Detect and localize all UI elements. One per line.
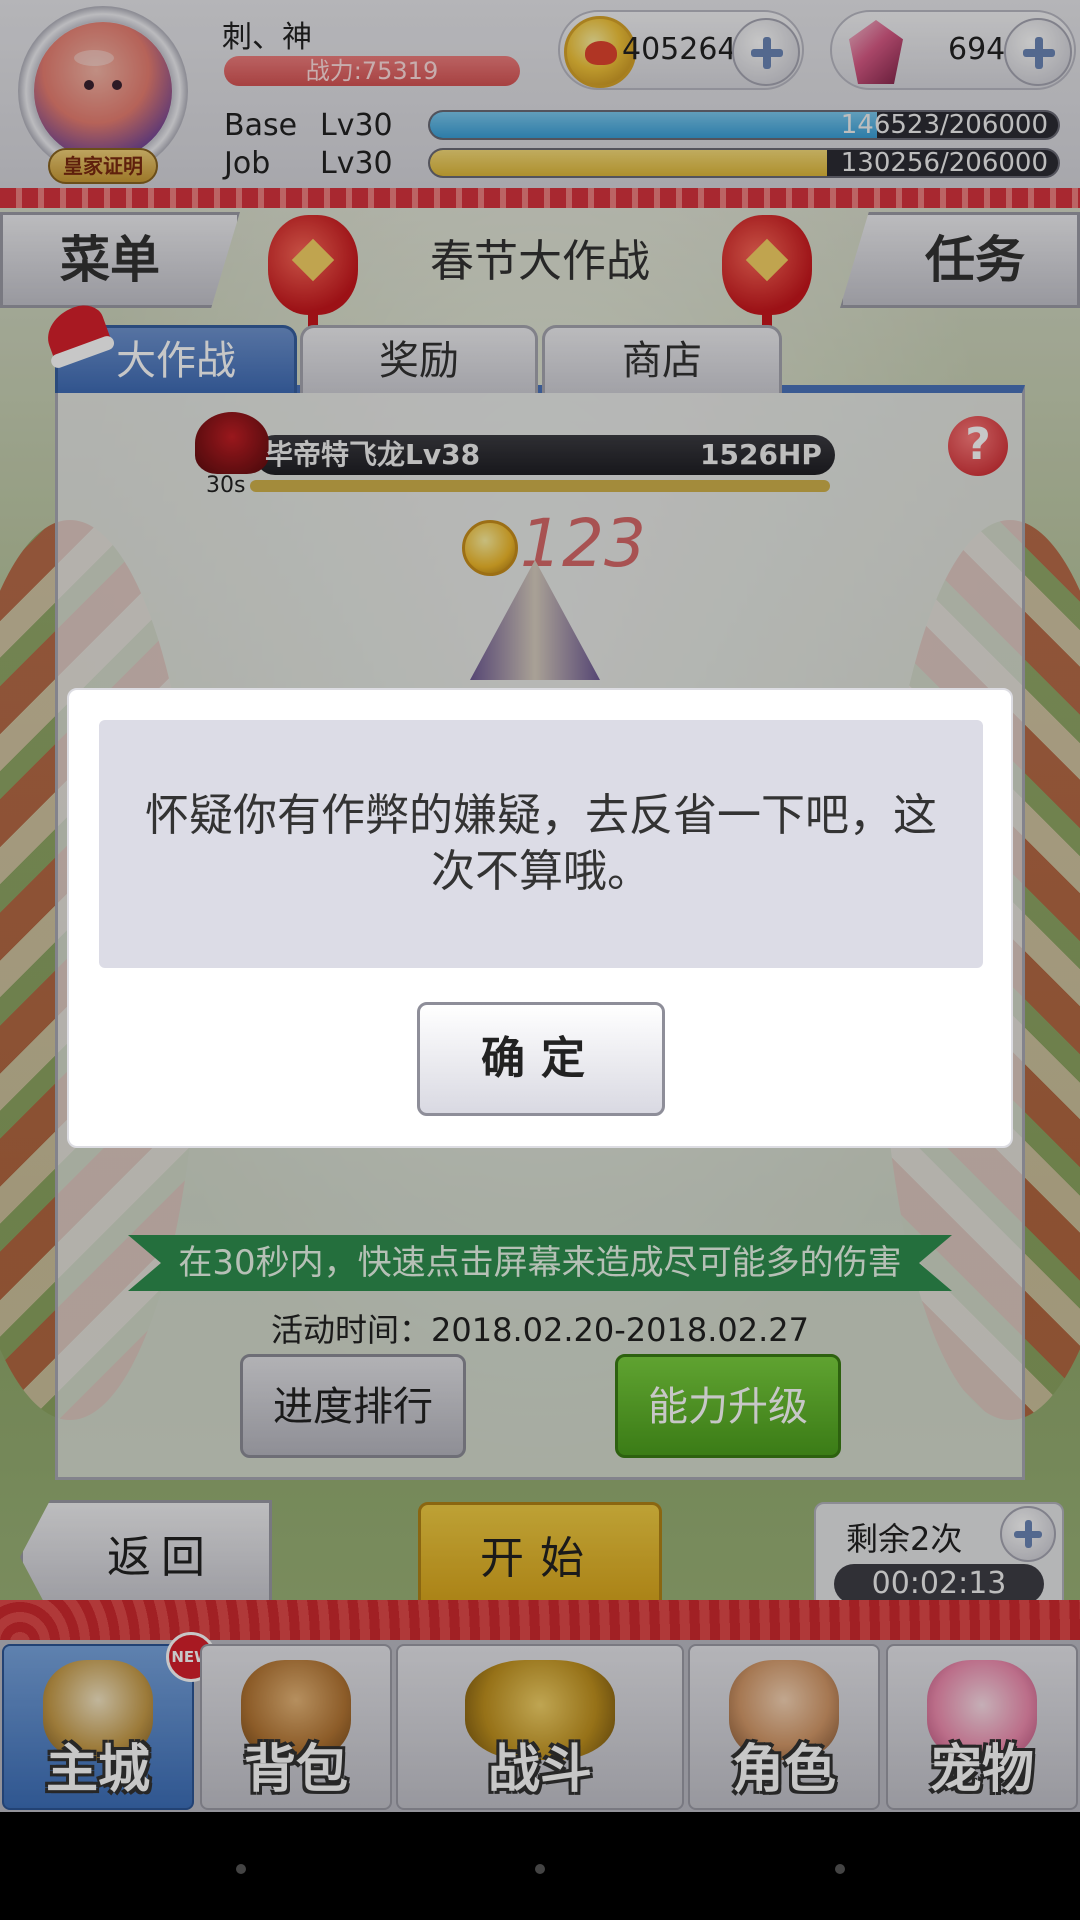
confirm-button[interactable]: 确定 [417, 1002, 665, 1116]
cheat-warning-dialog: 怀疑你有作弊的嫌疑，去反省一下吧，这次不算哦。 确定 [67, 688, 1013, 1148]
dialog-message: 怀疑你有作弊的嫌疑，去反省一下吧，这次不算哦。 [145, 790, 937, 897]
system-nav-bar [0, 1812, 1080, 1920]
game-screen: 皇家证明 刺、神 战力:75319 405264 694 Base Lv30 1… [0, 0, 1080, 1920]
home-icon[interactable] [535, 1864, 545, 1874]
recent-apps-icon[interactable] [236, 1864, 246, 1874]
dialog-message-box: 怀疑你有作弊的嫌疑，去反省一下吧，这次不算哦。 [99, 720, 983, 968]
back-nav-icon[interactable] [835, 1864, 845, 1874]
